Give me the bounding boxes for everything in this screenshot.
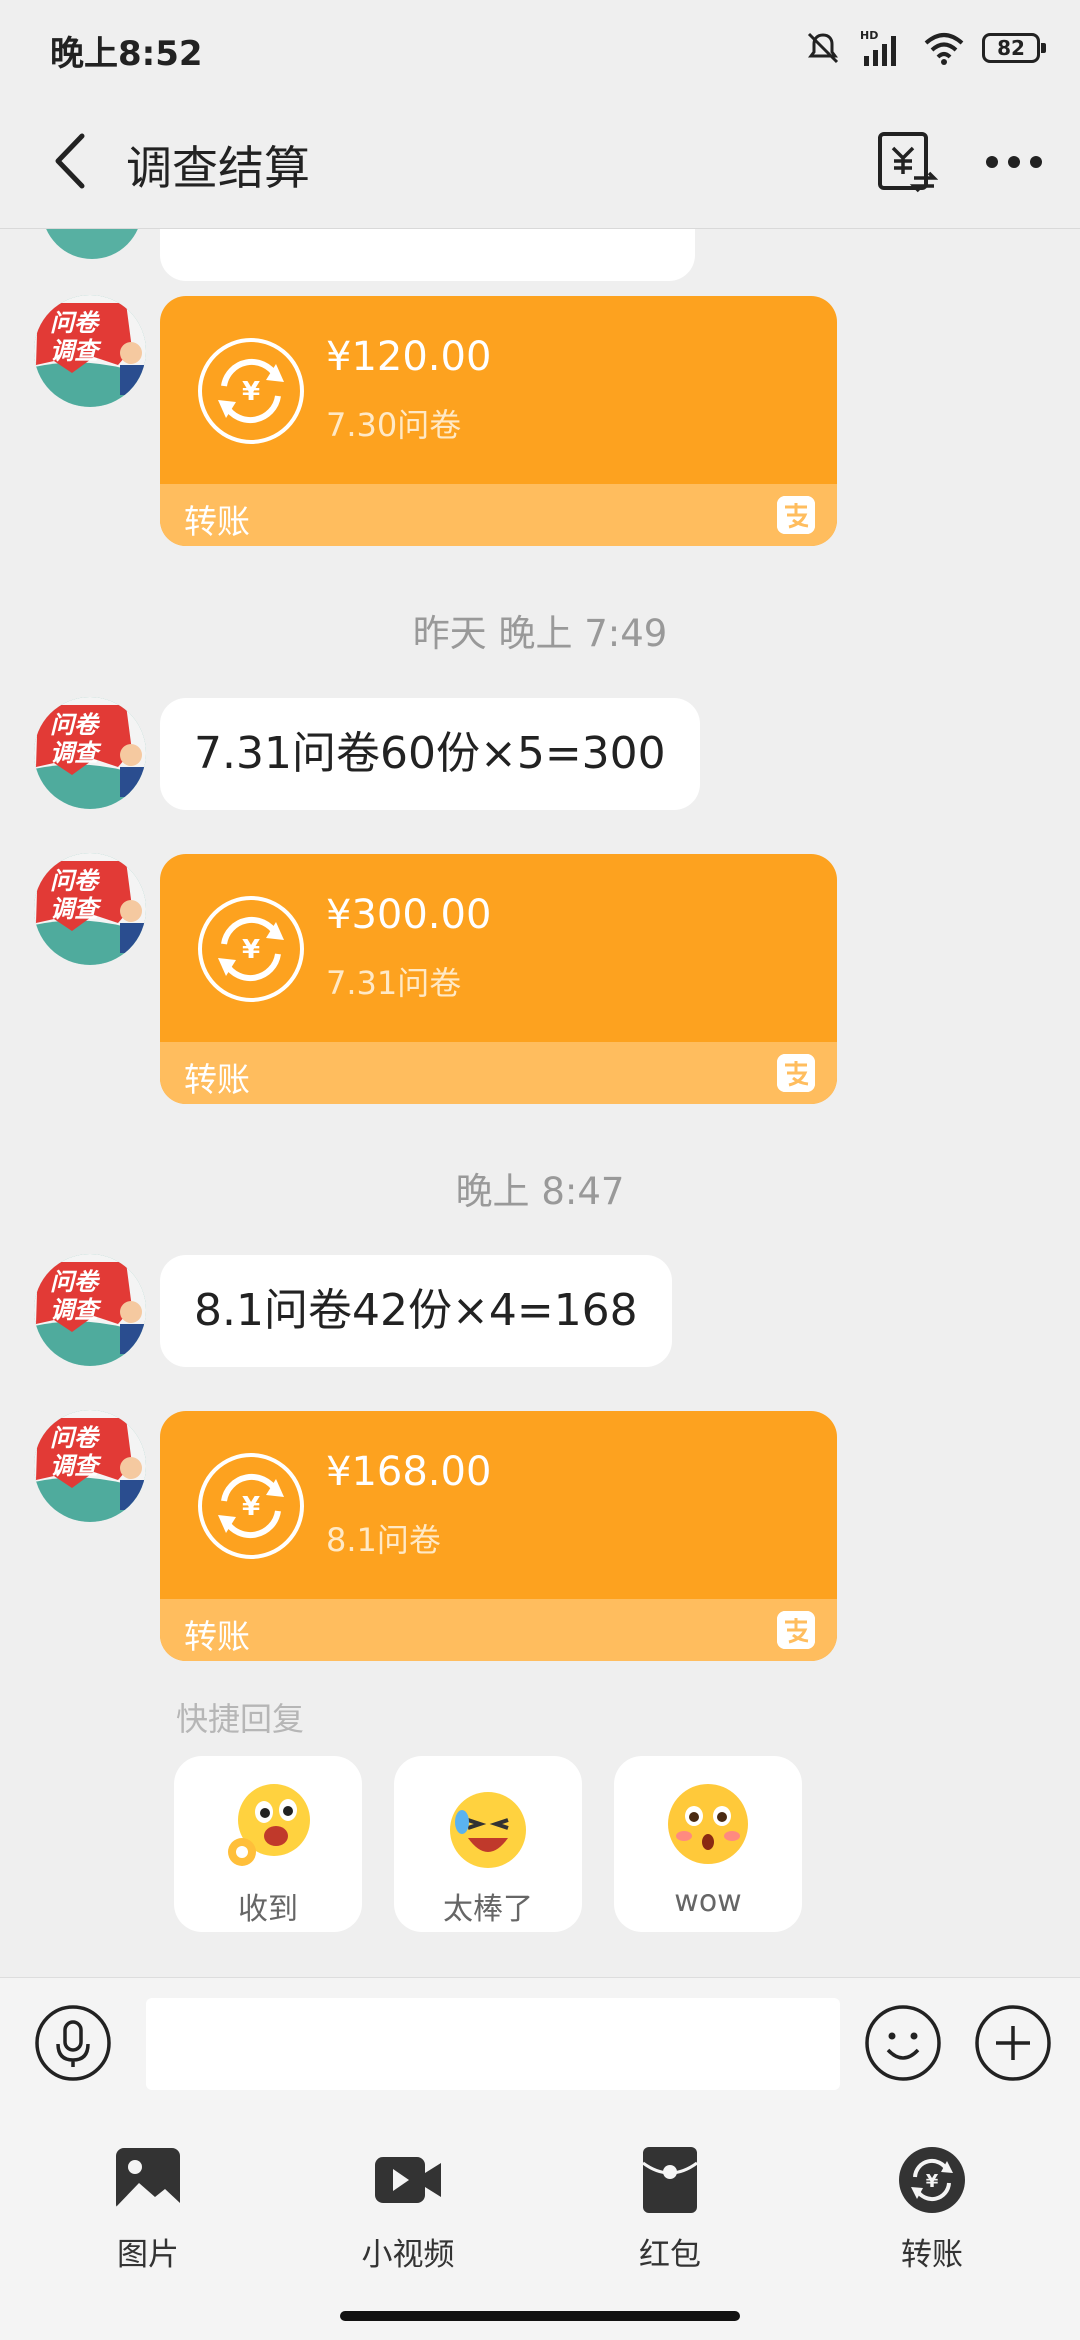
video-icon [375, 2157, 441, 2203]
transfer-label: 转账 [184, 1617, 250, 1656]
survey-avatar-image: 问卷 调查 [34, 853, 146, 965]
home-indicator[interactable] [340, 2311, 740, 2321]
transfer-card[interactable]: ¥ ¥300.00 7.31问卷 转账 [160, 854, 837, 1104]
transfer-memo: 7.31问卷 [326, 964, 462, 1002]
svg-text:调查: 调查 [50, 1452, 102, 1480]
tool-label: 图片 [117, 2237, 179, 2273]
svg-text:问卷: 问卷 [50, 309, 101, 337]
nav-bar: 调查结算 [0, 96, 1080, 229]
survey-avatar-image: 问卷 调查 [34, 697, 146, 809]
transfer-coin-icon: ¥ [198, 896, 304, 1002]
tool-label: 小视频 [361, 2237, 455, 2273]
tool-image[interactable]: 图片 [68, 2137, 228, 2277]
quick-reply-great[interactable]: 太棒了 [394, 1756, 582, 1932]
quick-reply-text: wow [674, 1884, 742, 1919]
survey-avatar-image: 问卷 调查 [34, 295, 146, 407]
more-icon[interactable] [982, 144, 1046, 180]
status-time: 晚上8:52 [50, 34, 203, 74]
image-icon [116, 2148, 180, 2212]
svg-text:¥: ¥ [926, 2171, 939, 2192]
microphone-icon[interactable] [34, 2004, 112, 2082]
wifi-icon [924, 33, 964, 65]
alipay-icon [777, 496, 815, 534]
svg-text:问卷: 问卷 [50, 711, 101, 739]
emoji-icon[interactable] [864, 2004, 942, 2082]
status-bar: 晚上8:52 HD 82 [0, 0, 1080, 96]
quick-reply-label: 快捷回复 [176, 1700, 305, 1738]
transfer-coin-icon: ¥ [198, 338, 304, 444]
transfer-label: 转账 [184, 1060, 250, 1099]
svg-text:¥: ¥ [242, 377, 260, 407]
message-bubble[interactable]: 7.31问卷60份×5=300 [160, 698, 700, 810]
survey-avatar-image: 问卷 调查 [34, 1410, 146, 1522]
status-icons: HD 82 [804, 26, 1046, 70]
survey-avatar-image: 问卷 调查 [34, 1254, 146, 1366]
svg-text:问卷: 问卷 [50, 867, 101, 895]
plus-icon[interactable] [974, 2004, 1052, 2082]
timestamp: 晚上 8:47 [455, 1170, 625, 1213]
surprised-emoji-icon [668, 1784, 748, 1864]
tools-panel: 图片 小视频 红包 ¥ 转账 [0, 2107, 1080, 2297]
alipay-icon [777, 1611, 815, 1649]
quick-reply-ok[interactable]: 收到 [174, 1756, 362, 1932]
transfer-memo: 8.1问卷 [326, 1521, 441, 1559]
tool-transfer[interactable]: ¥ 转账 [852, 2137, 1012, 2277]
page-title: 调查结算 [126, 141, 310, 195]
chat-area[interactable]: 问卷 调查 ¥ ¥120.00 7.30问卷 转账 昨天 晚上 7:49 问卷 … [0, 229, 1080, 1975]
hd-badge: HD [860, 29, 878, 42]
message-bubble[interactable]: 8.1问卷42份×4=168 [160, 1255, 672, 1367]
tool-label: 转账 [901, 2237, 963, 2273]
avatar[interactable]: 问卷 调查 [34, 697, 146, 809]
mute-icon [807, 32, 839, 64]
red-packet-icon [642, 2147, 698, 2213]
ok-emoji-icon [228, 1784, 310, 1866]
transfer-record-icon[interactable] [874, 130, 938, 194]
avatar[interactable]: 问卷 调查 [34, 1254, 146, 1366]
svg-text:调查: 调查 [50, 895, 102, 923]
svg-text:调查: 调查 [50, 739, 102, 767]
transfer-coin-icon: ¥ [198, 1453, 304, 1559]
tool-video[interactable]: 小视频 [328, 2137, 488, 2277]
tool-red-packet[interactable]: 红包 [590, 2137, 750, 2277]
transfer-icon: ¥ [899, 2147, 965, 2213]
avatar[interactable]: 问卷 调查 [34, 853, 146, 965]
battery-icon: 82 [982, 33, 1046, 63]
svg-text:问卷: 问卷 [50, 1424, 101, 1452]
avatar[interactable]: 问卷 调查 [34, 295, 146, 407]
avatar-partial [42, 229, 142, 259]
tool-label: 红包 [639, 2237, 701, 2273]
quick-reply-text: 收到 [238, 1892, 298, 1927]
svg-text:¥: ¥ [242, 935, 260, 965]
svg-text:调查: 调查 [50, 337, 102, 365]
input-bar [0, 1977, 1080, 2108]
battery-level: 82 [997, 36, 1025, 60]
svg-text:调查: 调查 [50, 1296, 102, 1324]
timestamp: 昨天 晚上 7:49 [412, 612, 668, 655]
alipay-icon [777, 1054, 815, 1092]
transfer-card[interactable]: ¥ ¥168.00 8.1问卷 转账 [160, 1411, 837, 1661]
laughing-emoji-icon [450, 1792, 526, 1868]
avatar[interactable]: 问卷 调查 [34, 1410, 146, 1522]
transfer-amount: ¥168.00 [326, 1449, 492, 1495]
quick-reply-wow[interactable]: wow [614, 1756, 802, 1932]
svg-text:问卷: 问卷 [50, 1268, 101, 1296]
transfer-amount: ¥300.00 [326, 892, 492, 938]
transfer-memo: 7.30问卷 [326, 406, 462, 444]
message-bubble-partial[interactable] [160, 229, 695, 281]
back-arrow-icon[interactable] [40, 126, 110, 196]
signal-icon: HD [860, 29, 896, 66]
quick-reply-text: 太棒了 [443, 1892, 533, 1927]
svg-text:¥: ¥ [242, 1492, 260, 1522]
message-input[interactable] [146, 1998, 840, 2090]
transfer-card[interactable]: ¥ ¥120.00 7.30问卷 转账 [160, 296, 837, 546]
transfer-label: 转账 [184, 502, 250, 541]
transfer-amount: ¥120.00 [326, 334, 492, 380]
